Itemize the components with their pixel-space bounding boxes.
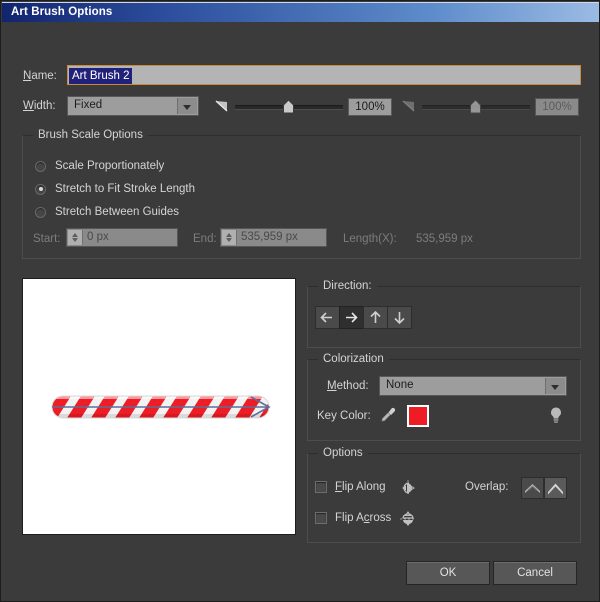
window-title: Art Brush Options [11, 6, 113, 18]
start-input: 0 px [66, 228, 178, 247]
lightbulb-icon[interactable] [548, 406, 564, 425]
stepper-icon [68, 230, 83, 245]
flip-across-icon [400, 511, 416, 526]
flip-along-label: Flip Along [335, 481, 386, 493]
colorization-title: Colorization [318, 353, 389, 365]
arrow-left-icon [320, 312, 332, 323]
key-color-swatch[interactable] [407, 405, 429, 427]
checkbox-icon[interactable] [315, 512, 327, 524]
radio-icon[interactable] [35, 206, 46, 218]
name-label: Name: [23, 70, 57, 82]
radio-stretch-between-guides[interactable]: Stretch Between Guides [35, 206, 179, 218]
key-color-label: Key Color: [317, 410, 371, 422]
stepper-icon [222, 230, 237, 245]
dialog-body: Name: Art Brush 2 Width: Fixed 100% 100%… [2, 22, 599, 601]
end-label: End: [193, 233, 217, 245]
ok-button[interactable]: OK [406, 561, 490, 585]
cancel-button[interactable]: Cancel [493, 561, 577, 585]
width-value-input-secondary: 100% [535, 98, 579, 116]
radio-label: Stretch Between Guides [55, 206, 180, 218]
radio-stretch-to-fit-stroke-length[interactable]: Stretch to Fit Stroke Length [35, 183, 195, 195]
overlap-adjust-icon [525, 484, 540, 493]
width-value-input[interactable]: 100% [348, 98, 392, 116]
width-profile-icon[interactable] [214, 98, 232, 114]
direction-title: Direction: [318, 280, 377, 292]
brush-scale-options-title: Brush Scale Options [33, 129, 148, 141]
length-label: Length(X): [343, 233, 397, 245]
width-type-dropdown[interactable]: Fixed [67, 96, 199, 116]
flip-along-checkbox-row[interactable]: Flip Along [315, 481, 386, 493]
width-profile-icon-secondary [402, 100, 415, 112]
colorization-method-dropdown[interactable]: None [379, 376, 567, 396]
width-slider-handle-secondary [470, 100, 481, 114]
arrow-down-icon [394, 312, 405, 325]
radio-icon[interactable] [35, 160, 46, 172]
chevron-down-icon[interactable] [545, 378, 565, 394]
overlap-label: Overlap: [465, 481, 509, 493]
start-label: Start: [33, 233, 61, 245]
length-value: 535,959 px [416, 233, 473, 245]
direction-left-button[interactable] [315, 306, 340, 329]
direction-right-button[interactable] [339, 306, 364, 329]
colorization-method-value: None [386, 379, 414, 391]
width-slider-handle[interactable] [283, 100, 294, 114]
arrow-up-icon [370, 310, 381, 323]
chevron-down-icon[interactable] [177, 98, 197, 114]
checkbox-icon[interactable] [315, 481, 327, 493]
brush-artwork [51, 395, 271, 419]
direction-down-button[interactable] [387, 306, 412, 329]
overlap-adjust-button[interactable] [521, 477, 544, 499]
direction-up-button[interactable] [363, 306, 388, 329]
title-bar: Art Brush Options [2, 2, 599, 22]
options-title: Options [318, 447, 368, 459]
flip-across-label: Flip Across [335, 512, 392, 524]
width-label: Width: [23, 100, 56, 112]
eyedropper-icon[interactable] [379, 406, 397, 424]
brush-name-input[interactable]: Art Brush 2 [67, 65, 581, 85]
start-value: 0 px [87, 231, 109, 243]
colorization-group: Colorization [307, 353, 581, 441]
radio-icon[interactable] [35, 183, 46, 195]
radio-label: Scale Proportionately [55, 160, 165, 172]
radio-label: Stretch to Fit Stroke Length [55, 183, 195, 195]
arrow-right-icon [346, 312, 358, 323]
method-label: Method: [327, 380, 369, 392]
flip-along-icon [402, 480, 415, 496]
width-type-value: Fixed [74, 99, 103, 111]
brush-artwork-preview[interactable] [22, 278, 296, 535]
flip-across-checkbox-row[interactable]: Flip Across [315, 512, 391, 524]
radio-scale-proportionately[interactable]: Scale Proportionately [35, 160, 164, 172]
overlap-keep-icon [548, 483, 563, 495]
brush-name-value: Art Brush 2 [69, 68, 132, 84]
end-value: 535,959 px [241, 231, 298, 243]
overlap-keep-button[interactable] [544, 477, 567, 499]
art-brush-options-dialog: Art Brush Options Name: Art Brush 2 Widt… [0, 0, 600, 602]
end-input: 535,959 px [220, 228, 327, 247]
